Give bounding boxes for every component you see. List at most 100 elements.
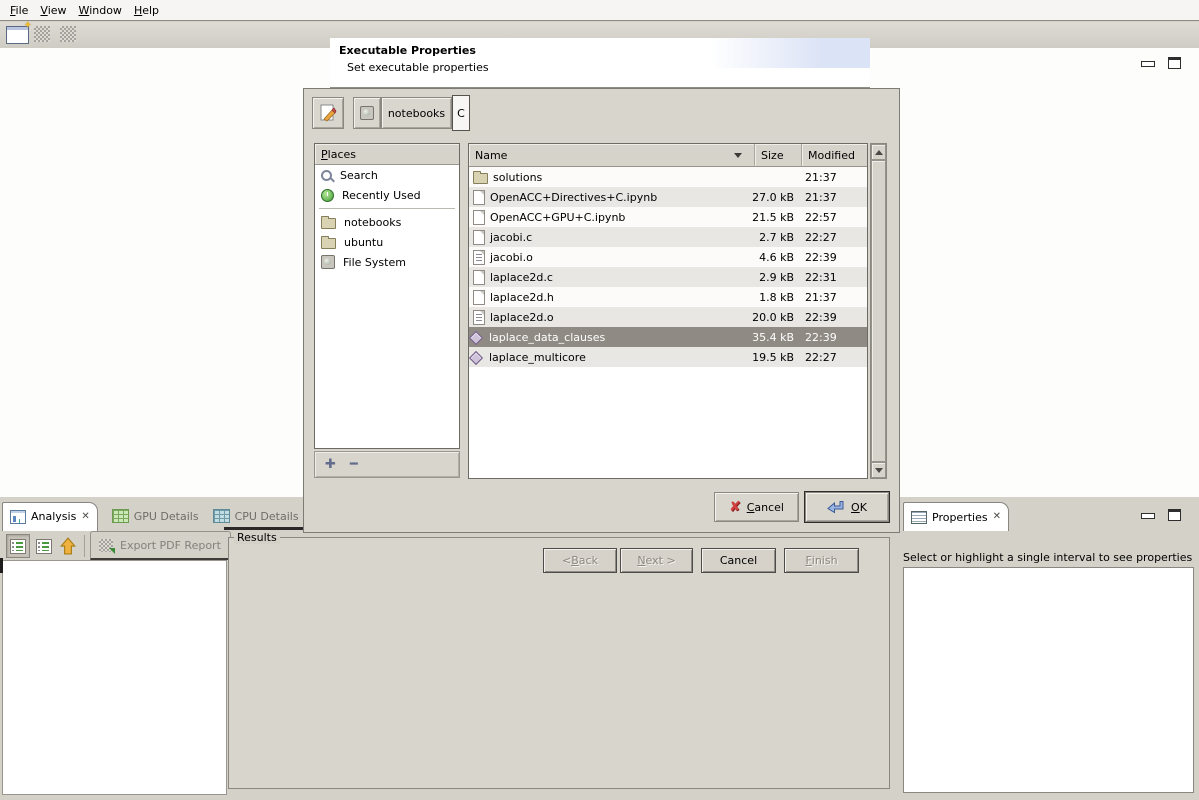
file-chooser-dialog: notebooks C Places Search Recently Used no… [303, 88, 900, 533]
cpu-icon [213, 509, 230, 523]
file-name: laplace2d.o [490, 311, 554, 324]
file-size: 35.4 kB [709, 331, 794, 344]
drive-icon [321, 255, 335, 269]
path-notebooks-button[interactable]: notebooks [381, 97, 452, 129]
file-modified: 21:37 [805, 171, 837, 184]
objfile-icon [473, 310, 485, 325]
places-header-label: Places [321, 148, 356, 161]
place-notebooks[interactable]: notebooks [315, 212, 459, 232]
file-row-jacobi.c[interactable]: jacobi.c 2.7 kB 22:27 [469, 227, 867, 247]
tab-gpu-details[interactable]: GPU Details [112, 509, 199, 523]
type-filename-button[interactable] [312, 97, 344, 129]
tab-cpu-details[interactable]: CPU Details [213, 509, 299, 523]
analysis-results-view-button[interactable] [6, 534, 30, 558]
place-file-system[interactable]: File System [315, 252, 459, 272]
wizard-title: Executable Properties [339, 44, 476, 57]
file-list-scrollbar[interactable] [870, 143, 887, 479]
file-modified: 22:27 [805, 231, 837, 244]
place-recently-used[interactable]: Recently Used [315, 185, 459, 205]
analysis-list-area[interactable] [2, 560, 227, 795]
places-edit-bar: ✚ ━ [314, 451, 460, 478]
maximize-view-icon[interactable] [1168, 57, 1181, 69]
menu-file[interactable]: File [4, 0, 34, 21]
close-icon[interactable]: ✕ [81, 512, 89, 522]
tab-label: CPU Details [235, 510, 299, 523]
tab-properties[interactable]: Properties ✕ [903, 502, 1009, 531]
file-modified: 22:39 [805, 311, 837, 324]
list-icon [36, 539, 52, 554]
file-row-laplace_multicore[interactable]: laplace_multicore19.5 kB22:27 [469, 347, 867, 367]
menu-bar: FileViewWindowHelp [0, 0, 1199, 21]
scroll-down-icon[interactable] [871, 462, 886, 478]
tab-label: Analysis [31, 510, 76, 523]
file-size: 21.5 kB [709, 211, 794, 224]
minimize-view-icon[interactable] [1141, 61, 1155, 67]
column-header-name[interactable]: Name [469, 144, 755, 167]
wizard-finish-button[interactable]: Finish [784, 548, 859, 573]
toolbar-separator [84, 535, 85, 557]
analysis-up-button[interactable] [56, 534, 80, 558]
file-size: 1.8 kB [709, 291, 794, 304]
maximize-view-icon[interactable] [1168, 509, 1181, 521]
file-icon [473, 230, 485, 245]
folder-icon [473, 173, 488, 184]
ok-button[interactable]: OK [805, 492, 889, 522]
cancel-label: Cancel [747, 501, 784, 514]
file-icon [473, 190, 485, 205]
file-row-laplace2d.c[interactable]: laplace2d.c2.9 kB22:31 [469, 267, 867, 287]
recent-icon [321, 189, 334, 202]
place-search[interactable]: Search [315, 165, 459, 185]
file-name: jacobi.c [490, 231, 532, 244]
minimize-view-icon[interactable] [1141, 513, 1155, 519]
file-row-laplace2d.o[interactable]: laplace2d.o20.0 kB22:39 [469, 307, 867, 327]
scroll-up-icon[interactable] [871, 144, 886, 160]
path-root-button[interactable] [353, 97, 381, 129]
file-size: 2.7 kB [709, 231, 794, 244]
path-current-folder-button[interactable]: C [452, 95, 470, 131]
header-gradient [710, 38, 870, 68]
file-icon [473, 210, 485, 225]
analysis-guided-view-button[interactable] [32, 534, 56, 558]
menu-window[interactable]: Window [73, 0, 128, 21]
drive-icon [360, 106, 374, 120]
file-modified: 22:27 [805, 351, 837, 364]
results-group [228, 537, 890, 789]
remove-place-icon[interactable]: ━ [350, 457, 358, 472]
new-session-icon[interactable] [6, 26, 29, 44]
file-name: jacobi.o [490, 251, 533, 264]
column-header-modified[interactable]: Modified [802, 144, 867, 167]
add-place-icon[interactable]: ✚ [325, 457, 336, 472]
file-icon [473, 290, 485, 305]
file-name: laplace2d.c [490, 271, 553, 284]
file-modified: 22:39 [805, 331, 837, 344]
close-icon[interactable]: ✕ [993, 512, 1001, 522]
tab-analysis[interactable]: Analysis ✕ [2, 502, 98, 531]
cancel-button[interactable]: ✘ Cancel [714, 492, 799, 522]
file-name: OpenACC+GPU+C.ipynb [490, 211, 625, 224]
wizard-next-button[interactable]: Next > [620, 548, 693, 573]
column-header-size[interactable]: Size [755, 144, 802, 167]
up-arrow-icon [59, 537, 77, 555]
file-size: 19.5 kB [709, 351, 794, 364]
file-row-laplace_data_clauses[interactable]: laplace_data_clauses35.4 kB22:39 [469, 327, 867, 347]
file-row-OpenACC+GPU+C.ipynb[interactable]: OpenACC+GPU+C.ipynb21.5 kB22:57 [469, 207, 867, 227]
file-row-solutions[interactable]: solutions21:37 [469, 167, 867, 187]
menu-help[interactable]: Help [128, 0, 165, 21]
place-ubuntu[interactable]: ubuntu [315, 232, 459, 252]
places-header[interactable]: Places [315, 144, 459, 165]
wizard-header: Executable Properties Set executable pro… [330, 38, 870, 88]
open-disabled-icon [34, 26, 50, 42]
tab-label: GPU Details [134, 510, 199, 523]
wizard-back-button[interactable]: < Back [543, 548, 617, 573]
file-row-laplace2d.h[interactable]: laplace2d.h1.8 kB21:37 [469, 287, 867, 307]
place-label: Recently Used [342, 189, 421, 202]
wizard-button-bar: < BackNext > Cancel Finish [543, 548, 859, 573]
file-row-OpenACC+Directives+C.ipynb[interactable]: OpenACC+Directives+C.ipynb27.0 kB21:37 [469, 187, 867, 207]
file-modified: 22:31 [805, 271, 837, 284]
wizard-cancel-button[interactable]: Cancel [701, 548, 776, 573]
export-pdf-panel[interactable]: Export PDF Report [90, 531, 231, 560]
file-row-jacobi.o[interactable]: jacobi.o4.6 kB22:39 [469, 247, 867, 267]
file-modified: 21:37 [805, 291, 837, 304]
scroll-thumb[interactable] [871, 160, 886, 462]
menu-view[interactable]: View [34, 0, 72, 21]
